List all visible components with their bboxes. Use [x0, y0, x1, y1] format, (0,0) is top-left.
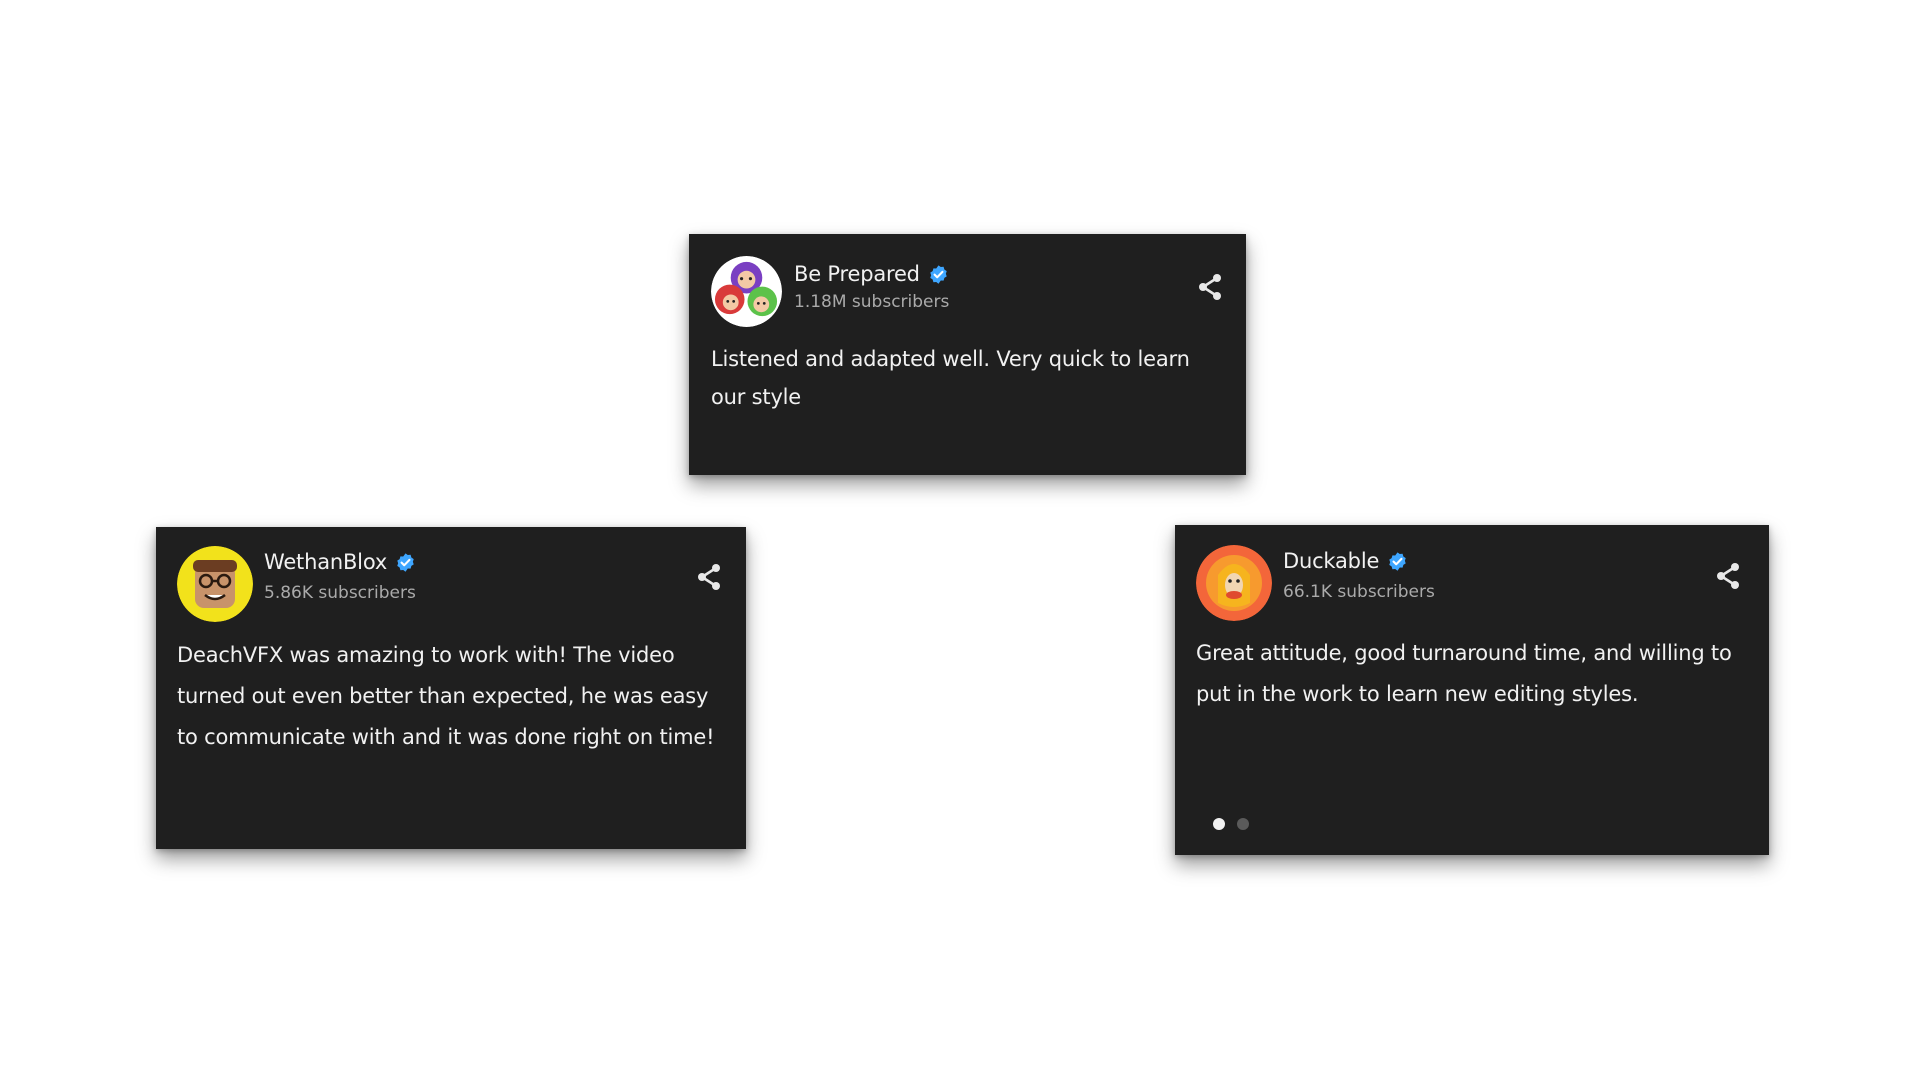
- verified-check-icon: [395, 552, 416, 573]
- testimonial-card-wethanblox: WethanBlox 5.86K subscribers DeachVFX wa…: [156, 527, 746, 849]
- pagination-dot-2[interactable]: [1237, 818, 1249, 830]
- testimonial-text: Great attitude, good turnaround time, an…: [1196, 641, 1732, 706]
- pagination-dot-1[interactable]: [1213, 818, 1225, 830]
- channel-name[interactable]: WethanBlox: [264, 550, 387, 574]
- channel-name[interactable]: Be Prepared: [794, 262, 920, 286]
- channel-avatar[interactable]: [177, 546, 253, 622]
- share-icon[interactable]: [1194, 271, 1226, 303]
- share-icon[interactable]: [1712, 560, 1744, 592]
- testimonials-stage: Be Prepared 1.18M subscribers Listened a…: [0, 0, 1920, 1080]
- avatar-image: [711, 256, 782, 327]
- channel-name-row: Be Prepared: [794, 262, 949, 286]
- share-icon[interactable]: [693, 561, 725, 593]
- testimonial-card-duckable: Duckable 66.1K subscribers Great attitud…: [1175, 525, 1769, 855]
- avatar-image: [1196, 545, 1272, 621]
- channel-name-row: WethanBlox: [264, 550, 416, 574]
- subscriber-count: 66.1K subscribers: [1283, 582, 1435, 602]
- subscriber-count: 5.86K subscribers: [264, 583, 416, 603]
- channel-avatar[interactable]: [711, 256, 782, 327]
- subscriber-count: 1.18M subscribers: [794, 292, 950, 312]
- carousel-pagination: [1213, 818, 1249, 830]
- verified-check-icon: [928, 264, 949, 285]
- testimonial-text: Listened and adapted well. Very quick to…: [711, 347, 1190, 409]
- channel-avatar[interactable]: [1196, 545, 1272, 621]
- channel-name-row: Duckable: [1283, 549, 1408, 573]
- testimonial-text: DeachVFX was amazing to work with! The v…: [177, 643, 715, 749]
- channel-name[interactable]: Duckable: [1283, 549, 1379, 573]
- testimonial-card-be-prepared: Be Prepared 1.18M subscribers Listened a…: [689, 234, 1246, 475]
- verified-check-icon: [1387, 551, 1408, 572]
- avatar-image: [177, 546, 253, 622]
